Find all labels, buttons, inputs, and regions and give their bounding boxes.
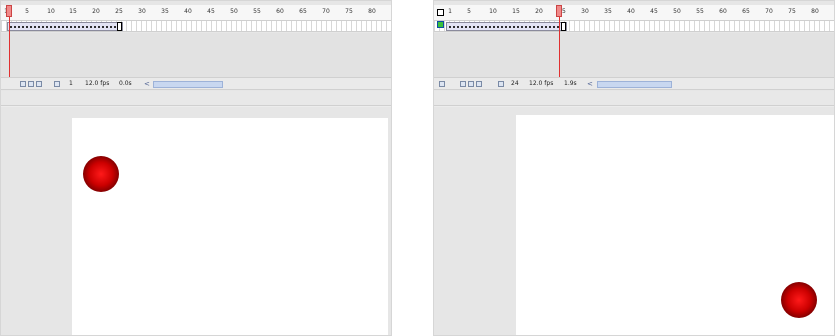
tween-dots — [448, 26, 562, 28]
playhead-marker-icon[interactable] — [556, 5, 562, 17]
ruler-label: 35 — [604, 8, 612, 15]
ruler-label: 30 — [138, 8, 146, 15]
ruler-label: 75 — [345, 8, 353, 15]
elapsed-time: 0.0s — [119, 80, 132, 87]
frame-ruler[interactable]: 1 5 10 15 20 25 30 35 40 45 50 55 60 65 … — [1, 5, 391, 21]
trash-icon[interactable] — [439, 81, 445, 87]
onion-skin-icon[interactable] — [460, 81, 466, 87]
ruler-label: 10 — [47, 8, 55, 15]
stage-pasteboard — [434, 107, 834, 335]
ruler-label: 80 — [368, 8, 376, 15]
ruler-label: 60 — [719, 8, 727, 15]
motion-tween-span[interactable] — [7, 22, 123, 31]
ruler-label: 70 — [322, 8, 330, 15]
onion-skin-icon[interactable] — [20, 81, 26, 87]
timeline-status-bar: 24 12.0 fps 1.9s < — [434, 77, 834, 90]
stage-edit-bar — [1, 91, 391, 106]
layer-icon[interactable] — [437, 21, 444, 28]
ruler-label: 45 — [207, 8, 215, 15]
timeline-empty-area — [434, 33, 834, 77]
ruler-label: 5 — [467, 8, 471, 15]
ruler-label: 20 — [92, 8, 100, 15]
stage-pasteboard — [1, 107, 391, 335]
end-keyframe[interactable] — [561, 22, 566, 31]
ruler-label: 1 — [448, 8, 452, 15]
frame-rate: 12.0 fps — [529, 80, 554, 87]
ruler-label: 10 — [489, 8, 497, 15]
edit-multiple-frames-icon[interactable] — [476, 81, 482, 87]
ruler-label: 45 — [650, 8, 658, 15]
ruler-label: 15 — [69, 8, 77, 15]
timeline-empty-area — [1, 33, 391, 77]
ruler-label: 75 — [788, 8, 796, 15]
elapsed-time: 1.9s — [564, 80, 577, 87]
onion-skin-outline-icon[interactable] — [28, 81, 34, 87]
end-keyframe[interactable] — [117, 22, 122, 31]
ruler-label: 40 — [184, 8, 192, 15]
ruler-label: 30 — [581, 8, 589, 15]
motion-tween-span[interactable] — [446, 22, 567, 31]
flash-panel-frame-24: 1 5 10 15 20 25 30 35 40 45 50 55 60 65 … — [433, 0, 835, 336]
playhead-marker-icon[interactable] — [6, 5, 12, 17]
scroll-left-icon[interactable]: < — [587, 80, 593, 88]
ruler-label: 65 — [299, 8, 307, 15]
frame-rate: 12.0 fps — [85, 80, 110, 87]
ruler-label: 40 — [627, 8, 635, 15]
ruler-label: 70 — [765, 8, 773, 15]
frame-ruler[interactable]: 1 5 10 15 20 25 30 35 40 45 50 55 60 65 … — [434, 5, 834, 21]
red-ball-symbol[interactable] — [83, 156, 119, 192]
stage-edit-bar — [434, 91, 834, 106]
layer-outline-icon[interactable] — [437, 9, 444, 16]
ruler-label: 60 — [276, 8, 284, 15]
ruler-label: 50 — [230, 8, 238, 15]
ruler-label: 25 — [115, 8, 123, 15]
ruler-label: 35 — [161, 8, 169, 15]
ruler-label: 55 — [253, 8, 261, 15]
timeline-scrollbar[interactable] — [597, 81, 672, 88]
current-frame: 1 — [69, 80, 73, 87]
modify-onion-markers-icon[interactable] — [54, 81, 60, 87]
ruler-label: 20 — [535, 8, 543, 15]
scroll-left-icon[interactable]: < — [144, 80, 150, 88]
flash-panel-frame-1: 1 5 10 15 20 25 30 35 40 45 50 55 60 65 … — [0, 0, 392, 336]
tween-dots — [9, 26, 118, 28]
edit-multiple-frames-icon[interactable] — [36, 81, 42, 87]
timeline-status-bar: 1 12.0 fps 0.0s < — [1, 77, 391, 90]
stage-canvas[interactable] — [516, 115, 834, 335]
ruler-label: 55 — [696, 8, 704, 15]
current-frame: 24 — [511, 80, 519, 87]
ruler-label: 5 — [25, 8, 29, 15]
ruler-label: 80 — [811, 8, 819, 15]
ruler-label: 15 — [512, 8, 520, 15]
modify-onion-markers-icon[interactable] — [498, 81, 504, 87]
ruler-label: 50 — [673, 8, 681, 15]
timeline-scrollbar[interactable] — [153, 81, 223, 88]
stage-canvas[interactable] — [72, 118, 388, 335]
onion-skin-outline-icon[interactable] — [468, 81, 474, 87]
red-ball-symbol[interactable] — [781, 282, 817, 318]
ruler-label: 65 — [742, 8, 750, 15]
